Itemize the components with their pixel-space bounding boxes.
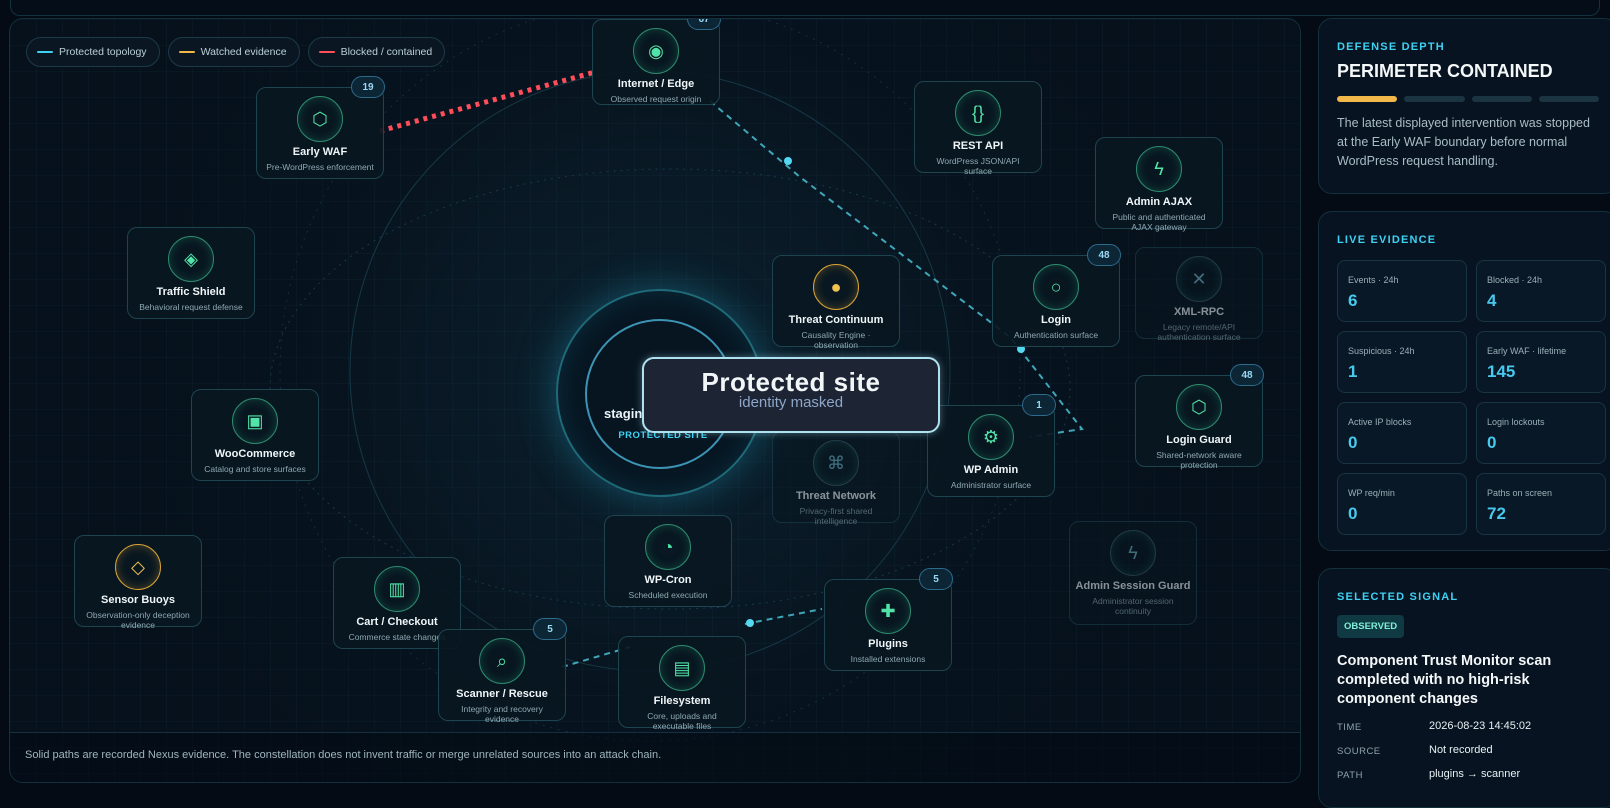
circle-icon: ○ <box>1033 264 1079 310</box>
metric-label: Active IP blocks <box>1348 417 1412 427</box>
metric-label: Events · 24h <box>1348 275 1399 285</box>
metric-label: Early WAF · lifetime <box>1487 346 1567 356</box>
node-wp-admin[interactable]: 1 ⚙ WP Admin Administrator surface <box>927 394 1056 497</box>
metric-tile[interactable]: Blocked · 24h 4 <box>1476 260 1606 322</box>
metric-label: Blocked · 24h <box>1487 275 1543 285</box>
metric-tile[interactable]: Paths on screen 72 <box>1476 473 1606 535</box>
metric-value: 1 <box>1348 362 1358 381</box>
metric-value: 0 <box>1487 433 1497 452</box>
node-internet-edge[interactable]: 67 ◉ Internet / Edge Observed request or… <box>592 19 721 105</box>
metric-label: Suspicious · 24h <box>1348 346 1415 356</box>
legend-watched[interactable]: Watched evidence <box>167 37 300 67</box>
node-xml-rpc[interactable]: ✕ XML-RPC Legacy remote/API authenticati… <box>1135 247 1263 342</box>
metric-tile[interactable]: Events · 24h 6 <box>1337 260 1467 322</box>
constellation-map: Protected topology Watched evidence Bloc… <box>9 18 1301 783</box>
top-bar <box>10 0 1600 16</box>
depth-meter <box>1337 96 1599 102</box>
path-node <box>784 157 792 165</box>
legend-blocked[interactable]: Blocked / contained <box>307 37 446 67</box>
diamond-icon: ◈ <box>168 236 214 282</box>
signal-path-row: PATH plugins → scanner <box>1337 768 1521 781</box>
blocked-path <box>379 69 596 134</box>
node-admin-session-guard[interactable]: ϟ Admin Session Guard Administrator sess… <box>1069 521 1197 625</box>
x-icon: ✕ <box>1176 256 1222 302</box>
legend: Protected topology Watched evidence Bloc… <box>26 37 446 67</box>
depth-segment <box>1404 96 1465 102</box>
count-badge: 48 <box>1087 244 1121 266</box>
node-filesystem[interactable]: ▤ Filesystem Core, uploads and executabl… <box>618 636 746 731</box>
map-footer-note: Solid paths are recorded Nexus evidence.… <box>10 732 1300 782</box>
braces-icon: {} <box>955 90 1001 136</box>
metric-value: 145 <box>1487 362 1516 381</box>
panel-heading: SELECTED SIGNAL <box>1337 591 1459 603</box>
store-icon: ▣ <box>232 398 278 444</box>
metric-value: 6 <box>1348 291 1358 310</box>
evidence-path <box>744 608 823 625</box>
status-badge: OBSERVED <box>1337 615 1405 638</box>
node-sensor-buoys[interactable]: ◇ Sensor Buoys Observation-only deceptio… <box>74 535 202 630</box>
metric-label: WP req/min <box>1348 488 1395 498</box>
count-badge: 1 <box>1022 394 1056 416</box>
node-threat-network[interactable]: ⌘ Threat Network Privacy-first shared in… <box>772 431 900 526</box>
panel-heading: DEFENSE DEPTH <box>1337 41 1445 53</box>
disc-icon: ● <box>813 264 859 310</box>
node-login-guard[interactable]: 48 ⬡ Login Guard Shared-network aware pr… <box>1135 364 1264 470</box>
metric-label: Login lockouts <box>1487 417 1545 427</box>
metric-tile[interactable]: WP req/min 0 <box>1337 473 1467 535</box>
evidence-grid: Events · 24h 6 Blocked · 24h 4 Suspicious · … <box>1337 260 1606 535</box>
hexagon-icon: ⬡ <box>1176 384 1222 430</box>
node-admin-ajax[interactable]: ϟ Admin AJAX Public and authenticated AJ… <box>1095 137 1223 232</box>
metric-value: 4 <box>1487 291 1497 310</box>
metric-value: 0 <box>1348 504 1358 523</box>
defense-status: PERIMETER CONTAINED <box>1337 61 1553 81</box>
metric-value: 72 <box>1487 504 1506 523</box>
target-icon: ◉ <box>633 28 679 74</box>
count-badge: 48 <box>1230 364 1264 386</box>
gear-icon: ⚙ <box>968 414 1014 460</box>
selected-signal-panel: SELECTED SIGNAL OBSERVED Component Trust… <box>1318 568 1610 808</box>
count-badge: 19 <box>351 76 385 98</box>
hexagon-icon: ⬡ <box>297 96 343 142</box>
metric-tile[interactable]: Early WAF · lifetime 145 <box>1476 331 1606 393</box>
file-icon: ▤ <box>659 645 705 691</box>
diamond-icon: ◇ <box>115 544 161 590</box>
depth-segment <box>1471 96 1532 102</box>
node-rest-api[interactable]: {} REST API WordPress JSON/API surface <box>914 81 1042 176</box>
live-evidence-panel: LIVE EVIDENCE Events · 24h 6 Blocked · 24h… <box>1318 211 1610 551</box>
depth-segment <box>1337 96 1398 102</box>
node-login[interactable]: 48 ○ Login Authentication surface <box>992 244 1121 347</box>
signal-title: Component Trust Monitor scan completed w… <box>1337 653 1552 707</box>
depth-segment <box>1538 96 1599 102</box>
signal-source-row: SOURCE Not recorded <box>1337 744 1493 757</box>
plus-icon: ✚ <box>865 588 911 634</box>
node-plugins[interactable]: 5 ✚ Plugins Installed extensions <box>824 568 953 671</box>
metric-tile[interactable]: Suspicious · 24h 1 <box>1337 331 1467 393</box>
node-traffic-shield[interactable]: ◈ Traffic Shield Behavioral request defe… <box>127 227 255 319</box>
bolt-icon: ϟ <box>1136 146 1182 192</box>
panel-heading: LIVE EVIDENCE <box>1337 234 1437 246</box>
node-threat-continuum[interactable]: ● Threat Continuum Causality Engine · ob… <box>772 255 900 350</box>
count-badge: 5 <box>919 568 953 590</box>
command-icon: ⌘ <box>813 440 859 486</box>
signal-time-row: TIME 2026-08-23 14:45:02 <box>1337 720 1532 733</box>
count-badge: 5 <box>533 618 567 640</box>
node-early-waf[interactable]: 19 ⬡ Early WAF Pre-WordPress enforcement <box>256 76 385 179</box>
path-node <box>746 619 754 627</box>
metric-tile[interactable]: Login lockouts 0 <box>1476 402 1606 464</box>
identity-mask-overlay: Protected site identity masked <box>642 357 940 433</box>
bolt-icon: ϟ <box>1110 530 1156 576</box>
metric-tile[interactable]: Active IP blocks 0 <box>1337 402 1467 464</box>
magnifier-icon: ⌕ <box>479 638 525 684</box>
node-wp-cron[interactable]: ◔ WP-Cron Scheduled execution <box>604 515 732 607</box>
count-badge: 67 <box>687 19 721 30</box>
defense-depth-panel: DEFENSE DEPTH PERIMETER CONTAINED The la… <box>1318 18 1610 194</box>
node-scanner-rescue[interactable]: 5 ⌕ Scanner / Rescue Integrity and recov… <box>438 618 567 724</box>
columns-icon: ▥ <box>374 566 420 612</box>
node-woocommerce[interactable]: ▣ WooCommerce Catalog and store surfaces <box>191 389 319 481</box>
metric-value: 0 <box>1348 433 1358 452</box>
clock-icon: ◔ <box>645 524 691 570</box>
defense-description: The latest displayed intervention was st… <box>1337 116 1590 168</box>
metric-label: Paths on screen <box>1487 488 1553 498</box>
legend-protected[interactable]: Protected topology <box>26 37 160 67</box>
